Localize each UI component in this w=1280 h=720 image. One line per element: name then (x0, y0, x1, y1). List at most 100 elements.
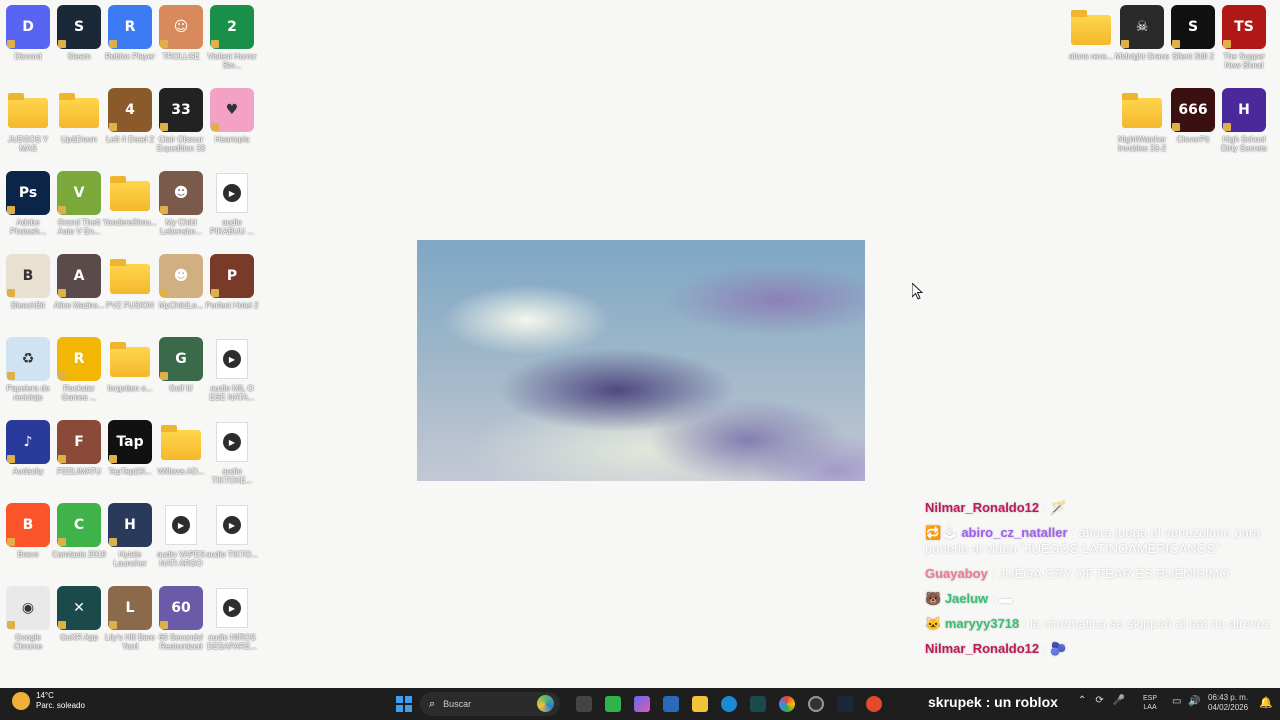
desktop-icon[interactable]: 2 Violent Horror Sto... (207, 5, 257, 70)
desktop-icon[interactable]: ♻ Papelera de reciclaje (3, 337, 53, 402)
desktop-icon[interactable]: R Rockstar Games ... (54, 337, 104, 402)
edge-icon[interactable] (721, 696, 737, 712)
desktop-icon-label: My Child Lebensbo... (160, 218, 202, 236)
desktop-icon[interactable]: Up&Down (54, 88, 104, 144)
desktop-icon[interactable]: F FEELIMATU (54, 420, 104, 476)
desktop-icon[interactable]: B Brave (3, 503, 53, 559)
system-tray[interactable]: ⌃ ⟳ 🎤 (1078, 695, 1125, 706)
desktop-icon[interactable]: B BleachBit (3, 254, 53, 310)
start-button[interactable] (396, 696, 412, 712)
desktop-icon-label: TROLLGE (162, 52, 200, 61)
steam-taskbar-icon[interactable] (837, 696, 853, 712)
desktop-icon-label: Adobe Photosh... (9, 218, 47, 236)
desktop-icon[interactable]: ♥ Heartopia (207, 88, 257, 144)
language-indicator[interactable]: ESP LAA (1143, 694, 1157, 712)
file-explorer-icon[interactable] (692, 696, 708, 712)
desktop-icon[interactable]: ◉ Google Chrome (3, 586, 53, 651)
desktop-icon[interactable]: ▶ audio PIKABUU ... (207, 171, 257, 236)
camtasia-taskbar-icon[interactable] (605, 696, 621, 712)
desktop-icon[interactable]: PVZ FUSION (105, 254, 155, 310)
microphone-icon[interactable]: 🎤 (1113, 695, 1125, 706)
desktop-icon-label: Up&Down (60, 135, 97, 144)
desktop-icon-label: audio TIKTOKE... (211, 467, 253, 485)
desktop-icon[interactable]: ▶ audio VAPES NATI ARGO (156, 503, 206, 568)
desktop-icon[interactable]: S Silent Still 2 (1168, 5, 1218, 61)
desktop-icon-label: The Supper New Blood (1223, 52, 1265, 70)
desktop-icon[interactable]: H Hytale Launcher (105, 503, 155, 568)
chat-username: maryyy3718 (944, 616, 1020, 631)
desktop-icon[interactable]: 666 CloverPit (1168, 88, 1218, 144)
desktop-icon[interactable]: 60 60 Seconds! Reatomized (156, 586, 206, 651)
store-icon[interactable] (663, 696, 679, 712)
goxr-taskbar-icon[interactable] (750, 696, 766, 712)
desktop-icon[interactable]: YandereSimu... (103, 171, 157, 227)
desktop-icon[interactable]: ☠ Midnight Grane (1114, 5, 1170, 61)
taskbar-search-box[interactable]: ⌕ Buscar (420, 692, 560, 716)
chat-message: Guayaboy : JUEGA CRY OF FEAR ES BUENISIM… (925, 566, 1230, 581)
desktop-icon-label: Rockstar Games ... (61, 384, 97, 402)
desktop-icon[interactable]: 33 Clair Obscur Expedition 33 (156, 88, 206, 153)
chat-emote-icon: 🫐 (1050, 641, 1067, 656)
folder-icon (108, 254, 152, 298)
sync-icon[interactable]: ⟳ (1095, 695, 1103, 706)
desktop-icon[interactable]: ☺ TROLLGE (156, 5, 206, 61)
desktop-icon[interactable]: Ps Adobe Photosh... (3, 171, 53, 236)
chevron-up-icon[interactable]: ⌃ (1078, 695, 1086, 706)
desktop-icon[interactable]: L Lily's Hill Bare Yard (105, 586, 155, 651)
chat-message: 🔁🕹 abiro_cz_nataller : ahora juega el ve… (925, 525, 1261, 556)
app-icon: P (210, 254, 254, 298)
desktop-icon[interactable]: 4 Left 4 Dead 2 (105, 88, 155, 144)
desktop-icon[interactable]: ▶ audio TIKTOKE... (207, 420, 257, 485)
video-preview-clouds[interactable] (417, 240, 865, 481)
desktop-icon[interactable]: D Discord (3, 5, 53, 61)
desktop-icon[interactable]: ▶ audio MIL O ESE NATA... (207, 337, 257, 402)
desktop-icon-label: PVZ FUSION (105, 301, 154, 310)
desktop-icon[interactable]: A Alice Madne... (54, 254, 104, 310)
desktop-icon-label: Heartopia (214, 135, 250, 144)
folder-icon (1069, 5, 1113, 49)
desktop-icon[interactable]: NightWatcher Invobles 33-2 (1117, 88, 1167, 153)
app-icon: ☺ (159, 5, 203, 49)
desktop-icon[interactable]: ♪ Audacity (3, 420, 53, 476)
desktop-icon[interactable]: G Golf It! (156, 337, 206, 393)
desktop-icon[interactable]: Tap TapTap(Gl... (105, 420, 155, 476)
copilot-icon[interactable] (634, 696, 650, 712)
app-icon: 666 (1171, 88, 1215, 132)
audio-file-icon: ▶ (210, 337, 254, 381)
desktop-icon-label: Discord (14, 52, 42, 61)
desktop-icon-label: forgotten o... (107, 384, 153, 393)
clock[interactable]: 06:43 p. m. 04/02/2026 (1208, 693, 1248, 713)
network-icon[interactable]: ▭ (1172, 696, 1181, 707)
desktop-icon-label: JUEGOS Y MAS (7, 135, 49, 153)
app-taskbar-icon[interactable] (866, 696, 882, 712)
chrome-icon[interactable] (779, 696, 795, 712)
desktop-icon-label: High School Dirty Secrets (1221, 135, 1267, 153)
obs-icon[interactable] (808, 696, 824, 712)
desktop-icon[interactable]: S Steam (54, 5, 104, 61)
desktop-icon[interactable]: JUEGOS Y MAS (3, 88, 53, 153)
desktop-icon[interactable]: forgotten o... (105, 337, 155, 393)
desktop-icon-label: TapTap(Gl... (108, 467, 152, 476)
app-icon: S (57, 5, 101, 49)
desktop-icon[interactable]: Willows AD... (156, 420, 206, 476)
desktop-icon[interactable]: ✕ GoXR App (54, 586, 104, 642)
desktop-icon-label: Alice Madne... (53, 301, 105, 310)
desktop-icon[interactable]: ☻ MyChildLe... (156, 254, 206, 310)
desktop-icon[interactable]: R Roblox Player (105, 5, 155, 61)
weather-widget[interactable]: 14°C Parc. soleado (12, 691, 85, 711)
desktop-icon[interactable]: ▶ audio TIKTO... (206, 503, 258, 559)
desktop-icon[interactable]: ☻ My Child Lebensbo... (156, 171, 206, 236)
desktop-icon[interactable]: TS The Supper New Blood (1219, 5, 1269, 70)
desktop-icon-label: MyChildLe... (158, 301, 204, 310)
desktop-icon[interactable]: afons reve... (1066, 5, 1116, 61)
desktop-icon[interactable]: C Camtasia 2019 (52, 503, 106, 559)
desktop-icon[interactable]: H High School Dirty Secrets (1219, 88, 1269, 153)
app-icon: B (6, 254, 50, 298)
task-view-icon[interactable] (576, 696, 592, 712)
notification-bell-icon[interactable]: 🔔 (1259, 696, 1273, 709)
desktop-icon[interactable]: V Grand Theft Auto V En... (54, 171, 104, 236)
desktop-icon[interactable]: ▶ audio NIÑOS DESAPARE... (207, 586, 257, 651)
desktop-icon-label: Midnight Grane (1114, 52, 1170, 61)
volume-icon[interactable]: 🔊 (1188, 696, 1200, 707)
desktop-icon[interactable]: P Perfect Hotel 2 (206, 254, 258, 310)
